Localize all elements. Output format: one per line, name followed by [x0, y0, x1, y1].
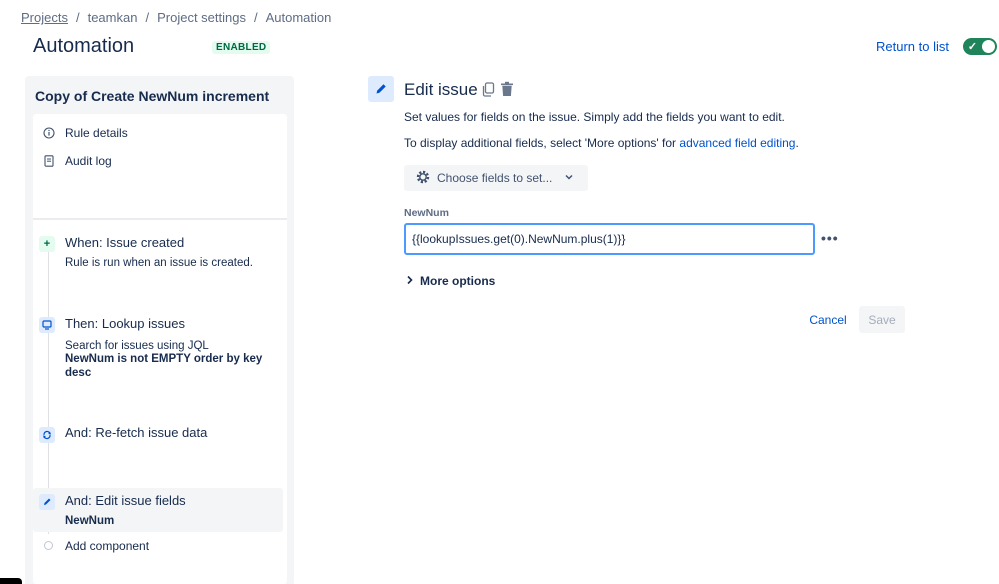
step-refetch-issue[interactable]: And: Re-fetch issue data [33, 424, 287, 454]
add-component-link[interactable]: Add component [65, 539, 149, 553]
audit-log-label: Audit log [65, 154, 112, 168]
trash-icon[interactable] [500, 81, 514, 102]
copy-icon[interactable] [482, 82, 495, 102]
choose-fields-button[interactable]: Choose fields to set... [404, 165, 588, 191]
step-title: Then: Lookup issues [65, 316, 185, 331]
status-badge: ENABLED [212, 41, 271, 54]
cancel-button[interactable]: Cancel [801, 306, 855, 333]
check-icon: ✓ [967, 41, 978, 53]
step-jql: NewNum is not EMPTY order by key desc [65, 353, 263, 379]
pencil-icon [39, 494, 55, 510]
newnum-field[interactable] [404, 223, 815, 255]
rule-details-label: Rule details [65, 126, 128, 140]
breadcrumb-separator: / [145, 10, 150, 25]
choose-fields-label: Choose fields to set... [437, 171, 553, 185]
step-trigger-issue-created[interactable]: + When: Issue created Rule is run when a… [33, 234, 287, 284]
hint-suffix: . [795, 136, 799, 150]
plus-icon: + [39, 236, 55, 252]
gear-icon [415, 169, 431, 188]
add-component-dot [44, 541, 53, 550]
breadcrumb-current: Automation [265, 10, 332, 25]
chevron-down-icon [564, 171, 574, 185]
step-lookup-issues[interactable]: Then: Lookup issues Search for issues us… [33, 315, 287, 385]
more-icon[interactable]: ••• [821, 230, 839, 246]
rule-enabled-toggle[interactable]: ✓ [963, 38, 997, 55]
search-issues-icon [39, 317, 55, 333]
document-icon [43, 155, 55, 167]
component-description: Set values for fields on the issue. Simp… [404, 110, 785, 124]
rule-details-link[interactable]: Rule details [43, 126, 128, 140]
more-options-toggle[interactable]: More options [406, 274, 495, 288]
advanced-editing-hint: To display additional fields, select 'Mo… [404, 136, 799, 150]
step-title: When: Issue created [65, 235, 185, 250]
toggle-knob [982, 40, 995, 53]
step-title: And: Re-fetch issue data [65, 425, 208, 440]
divider [33, 218, 287, 220]
breadcrumb-project[interactable]: teamkan [88, 10, 138, 25]
field-label: NewNum [404, 207, 449, 219]
rule-name: Copy of Create NewNum increment [35, 88, 270, 104]
hint-text: To display additional fields, select 'Mo… [404, 136, 680, 150]
more-options-label: More options [420, 274, 496, 288]
step-title: And: Edit issue fields [65, 493, 186, 508]
step-description: Search for issues using JQL [65, 340, 209, 352]
info-icon [43, 127, 55, 139]
pencil-icon [368, 76, 394, 102]
corner-artifact [0, 578, 22, 584]
rule-sidebar: Copy of Create NewNum increment Rule det… [25, 76, 294, 584]
breadcrumb: Projects / teamkan / Project settings / … [21, 10, 331, 25]
save-button[interactable]: Save [859, 306, 905, 333]
component-title: Edit issue [404, 80, 478, 99]
breadcrumb-separator: / [253, 10, 258, 25]
breadcrumb-settings[interactable]: Project settings [157, 10, 246, 25]
refresh-icon [39, 427, 55, 443]
advanced-field-editing-link[interactable]: advanced field editing [679, 136, 795, 150]
step-description: Rule is run when an issue is created. [65, 257, 253, 269]
breadcrumb-projects[interactable]: Projects [21, 10, 68, 25]
rule-components-panel: Rule details Audit log + When: Issue cre… [33, 114, 287, 584]
audit-log-link[interactable]: Audit log [43, 154, 112, 168]
breadcrumb-separator: / [75, 10, 80, 25]
step-edit-issue-fields[interactable]: And: Edit issue fields NewNum [33, 488, 283, 532]
page-title: Automation [33, 35, 135, 57]
chevron-right-icon [406, 274, 414, 288]
return-to-list-link[interactable]: Return to list [876, 39, 949, 54]
step-field: NewNum [65, 515, 115, 527]
